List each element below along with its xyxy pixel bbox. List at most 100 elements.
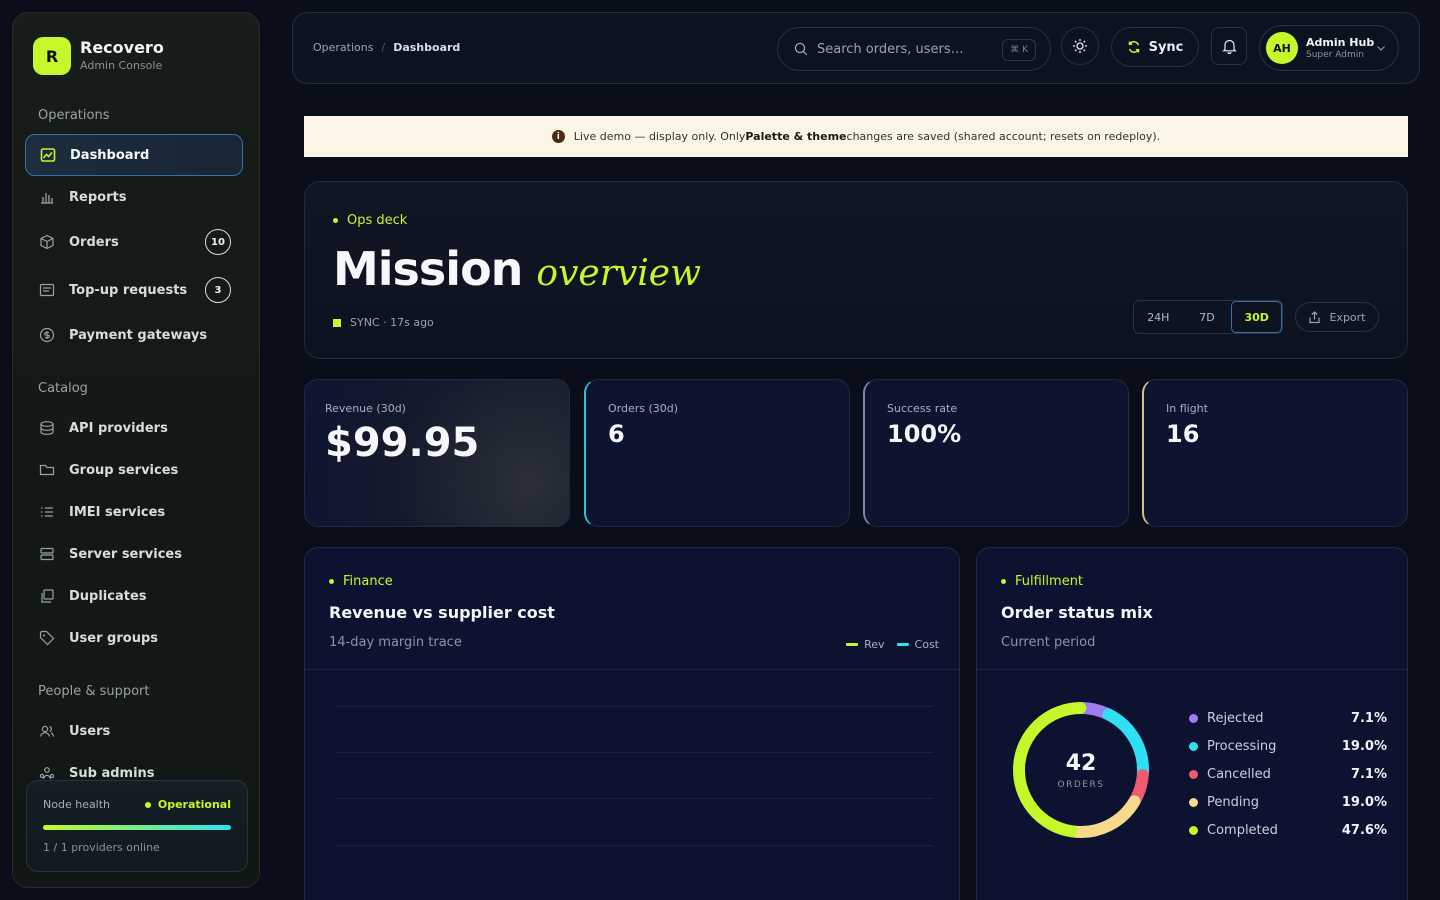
breadcrumb-operations[interactable]: Operations bbox=[313, 41, 373, 54]
info-icon: i bbox=[551, 130, 565, 143]
breadcrumb-separator: / bbox=[381, 41, 386, 54]
kpi-label: Success rate bbox=[887, 402, 958, 415]
chart-legend: Rev Cost bbox=[834, 638, 939, 651]
sidebar-item-payment-gateways[interactable]: Payment gateways bbox=[25, 314, 243, 356]
list-item: Completed 47.6% bbox=[1189, 816, 1387, 844]
folder-icon bbox=[39, 464, 55, 476]
node-health-bar-fill bbox=[43, 825, 231, 830]
sidebar-item-topup-requests[interactable]: Top-up requests 3 bbox=[25, 269, 243, 311]
list-item: Cancelled 7.1% bbox=[1189, 760, 1387, 788]
kpi-card-in-flight: In flight 16 bbox=[1142, 379, 1408, 527]
status-dot-cancelled bbox=[1189, 769, 1198, 779]
sidebar-item-orders[interactable]: Orders 10 bbox=[25, 221, 243, 263]
hero-eyebrow: Ops deck bbox=[333, 213, 407, 228]
kpi-label: In flight bbox=[1166, 402, 1208, 415]
status-dot-completed bbox=[1189, 825, 1198, 835]
donut-caption: ORDERS bbox=[1057, 779, 1105, 790]
fulfillment-title: Order status mix bbox=[1001, 603, 1153, 622]
status-dot-rejected bbox=[1189, 713, 1198, 723]
kpi-value: 100% bbox=[887, 420, 962, 448]
sidebar-item-label: Orders bbox=[69, 234, 119, 250]
eyebrow-dot bbox=[1001, 579, 1006, 584]
user-name: Admin Hub bbox=[1306, 35, 1375, 49]
export-button[interactable]: Export bbox=[1295, 302, 1379, 332]
legend-swatch-rev bbox=[846, 643, 859, 646]
sidebar-item-label: Sub admins bbox=[69, 765, 155, 781]
range-24h[interactable]: 24H bbox=[1134, 301, 1183, 333]
kpi-label: Orders (30d) bbox=[608, 402, 679, 415]
list-check-icon bbox=[41, 507, 53, 517]
breadcrumb: Operations / Dashboard bbox=[313, 41, 460, 54]
notifications-button[interactable] bbox=[1211, 27, 1247, 65]
topup-count-badge: 3 bbox=[205, 277, 231, 303]
sidebar-item-group-services[interactable]: Group services bbox=[25, 449, 243, 491]
bar-chart-icon bbox=[41, 193, 53, 204]
chart-gridline bbox=[337, 845, 933, 846]
status-percent: 7.1% bbox=[1350, 766, 1387, 782]
user-menu[interactable]: AH Admin Hub Super Admin bbox=[1259, 25, 1399, 71]
eyebrow-dot bbox=[329, 579, 334, 584]
sidebar-item-api-providers[interactable]: API providers bbox=[25, 407, 243, 449]
theme-toggle-button[interactable] bbox=[1061, 27, 1099, 65]
sidebar-item-user-groups[interactable]: User groups bbox=[25, 617, 243, 659]
status-percent: 47.6% bbox=[1341, 822, 1387, 838]
sidebar-item-imei-services[interactable]: IMEI services bbox=[25, 491, 243, 533]
sidebar-item-label: Top-up requests bbox=[69, 282, 188, 298]
hero-eyebrow-label: Ops deck bbox=[347, 213, 408, 228]
donut-total: 42 bbox=[1065, 750, 1097, 776]
sidebar-item-reports[interactable]: Reports bbox=[25, 176, 243, 218]
legend-item-cost[interactable]: Cost bbox=[896, 638, 939, 651]
finance-title: Revenue vs supplier cost bbox=[329, 603, 555, 622]
sidebar-item-duplicates[interactable]: Duplicates bbox=[25, 575, 243, 617]
sidebar-item-users[interactable]: Users bbox=[25, 710, 243, 752]
kpi-value: $99.95 bbox=[325, 420, 480, 466]
sidebar-item-dashboard[interactable]: Dashboard bbox=[25, 134, 243, 176]
breadcrumb-dashboard: Dashboard bbox=[393, 41, 461, 54]
kpi-card-revenue: Revenue (30d) $99.95 bbox=[304, 379, 570, 527]
kpi-card-success-rate: Success rate 100% bbox=[863, 379, 1129, 527]
finance-eyebrow-label: Finance bbox=[343, 574, 393, 589]
sidebar-item-label: API providers bbox=[69, 420, 168, 436]
status-percent: 19.0% bbox=[1341, 794, 1387, 810]
page-title: Mission overview bbox=[333, 242, 701, 296]
users-icon bbox=[39, 725, 55, 737]
status-name: Processing bbox=[1207, 738, 1277, 754]
legend-swatch-cost bbox=[896, 643, 909, 646]
sidebar-item-label: Payment gateways bbox=[69, 327, 208, 343]
range-30d[interactable]: 30D bbox=[1231, 301, 1283, 333]
banner-text-before: Live demo — display only. Only bbox=[573, 130, 746, 143]
fulfillment-subtitle: Current period bbox=[1001, 635, 1096, 650]
sidebar-item-label: Group services bbox=[69, 462, 179, 478]
sync-button[interactable]: Sync bbox=[1111, 27, 1199, 67]
chart-image-icon bbox=[40, 148, 56, 162]
search-shortcut: ⌘ K bbox=[1002, 39, 1036, 61]
sidebar-item-label: Server services bbox=[69, 546, 182, 562]
sidebar-item-label: User groups bbox=[69, 630, 158, 646]
legend-item-rev[interactable]: Rev bbox=[846, 638, 885, 651]
node-health-bar bbox=[43, 825, 231, 830]
search-input[interactable]: Search orders, users… ⌘ K bbox=[777, 27, 1051, 71]
time-range-selector: 24H 7D 30D bbox=[1133, 300, 1283, 334]
fulfillment-eyebrow: Fulfillment bbox=[1001, 574, 1083, 589]
finance-eyebrow: Finance bbox=[329, 574, 393, 589]
range-7d[interactable]: 7D bbox=[1183, 301, 1232, 333]
export-label: Export bbox=[1329, 310, 1366, 324]
chart-gridline bbox=[337, 706, 933, 707]
brand[interactable]: R Recovero Admin Console bbox=[33, 37, 164, 75]
section-label-people-support: People & support bbox=[38, 684, 150, 699]
sidebar-item-label: Dashboard bbox=[70, 147, 150, 163]
status-dot bbox=[144, 801, 151, 808]
panel-divider bbox=[305, 669, 959, 670]
section-label-catalog: Catalog bbox=[38, 381, 88, 396]
kpi-value: 16 bbox=[1166, 420, 1200, 448]
package-icon bbox=[40, 234, 54, 250]
list-item: Pending 19.0% bbox=[1189, 788, 1387, 816]
status-name: Pending bbox=[1207, 794, 1259, 810]
sidebar-item-server-services[interactable]: Server services bbox=[25, 533, 243, 575]
search-icon bbox=[794, 42, 808, 56]
tag-icon bbox=[39, 630, 55, 646]
chart-gridline bbox=[337, 798, 933, 799]
dollar-circle-icon bbox=[39, 327, 55, 343]
page-title-main: Mission bbox=[333, 242, 523, 296]
donut-center: 42 ORDERS bbox=[1011, 700, 1151, 840]
